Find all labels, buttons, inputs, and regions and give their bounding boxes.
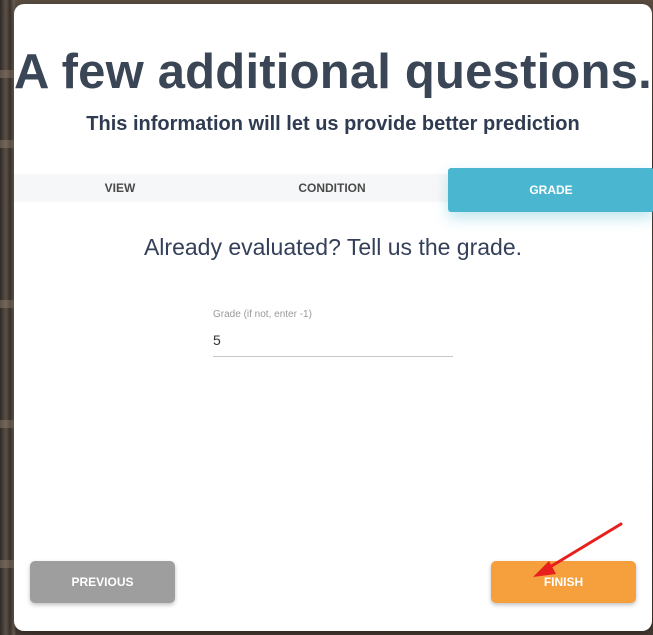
finish-button[interactable]: FINISH: [491, 561, 636, 603]
questions-dialog: A few additional questions. This informa…: [14, 4, 653, 631]
dialog-subtitle: This information will let us provide bet…: [86, 113, 580, 135]
step-prompt: Already evaluated? Tell us the grade.: [143, 234, 523, 260]
grade-input[interactable]: [213, 332, 453, 357]
tab-grade[interactable]: GRADE: [448, 168, 653, 212]
tab-view[interactable]: VIEW: [14, 174, 226, 202]
previous-button[interactable]: PREVIOUS: [30, 561, 175, 603]
dialog-title: A few additional questions.: [14, 45, 652, 99]
tab-condition[interactable]: CONDITION: [226, 174, 438, 202]
grade-field-label: Grade (if not, enter -1): [213, 309, 312, 320]
grade-field: Grade (if not, enter -1): [213, 308, 453, 357]
